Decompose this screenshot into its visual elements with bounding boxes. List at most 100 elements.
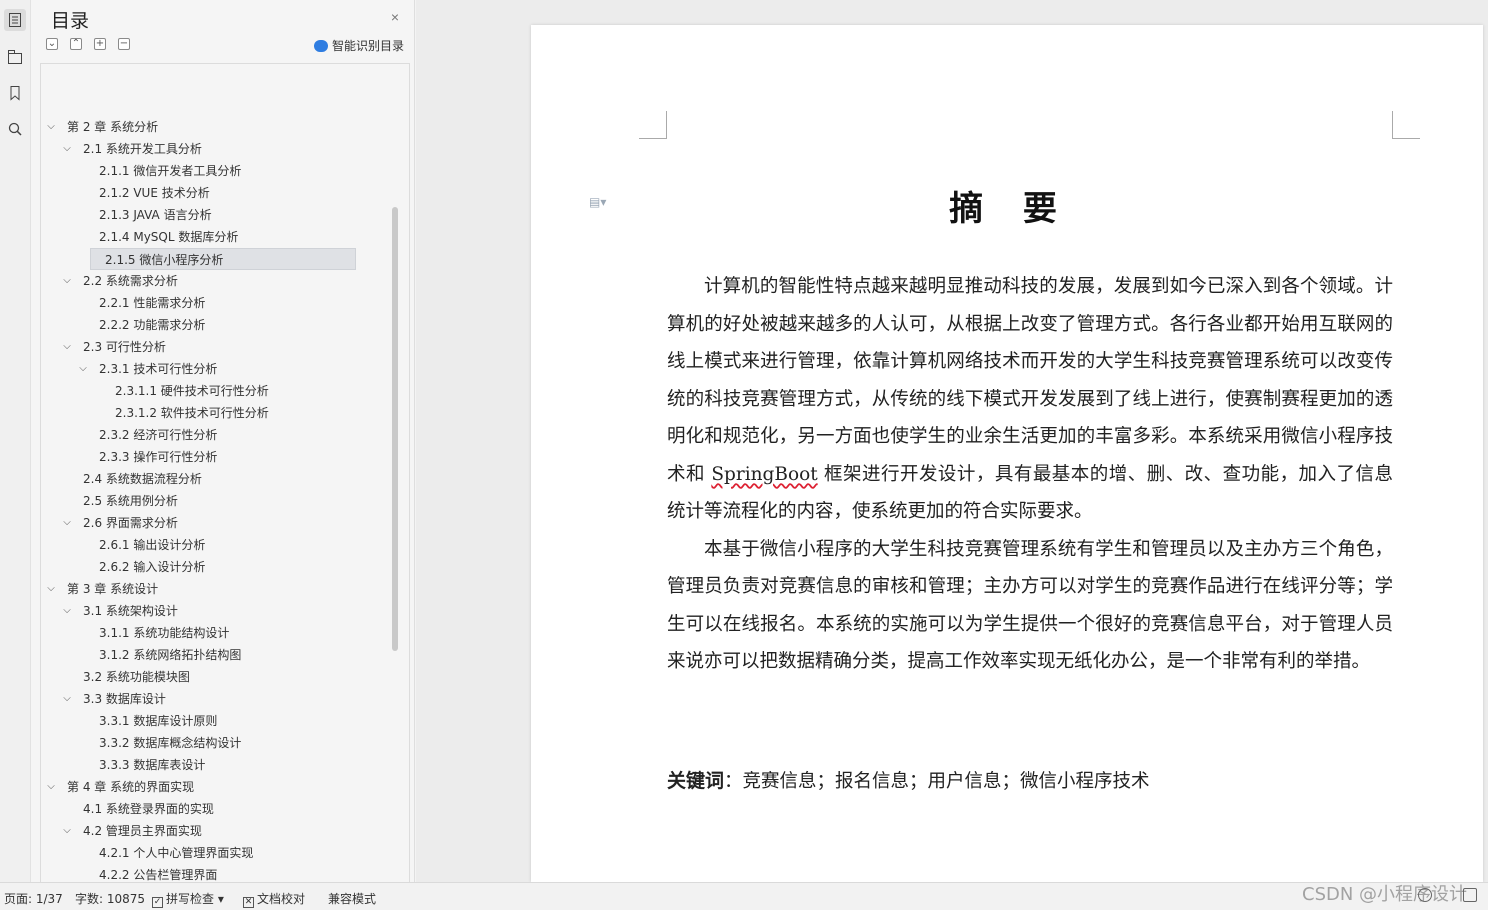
compat-mode: 兼容模式 — [328, 892, 377, 906]
toc-item[interactable]: 2.6.1 输出设计分析 — [41, 534, 391, 556]
eye-protect-icon[interactable] — [1418, 888, 1432, 902]
abstract-body[interactable]: 计算机的智能性特点越来越明显推动科技的发展，发展到如今已深入到各个领域。计算机的… — [667, 268, 1393, 681]
toc-item[interactable]: 2.6.2 输入设计分析 — [41, 556, 391, 578]
toc-scrollbar[interactable] — [392, 207, 398, 651]
toc-item[interactable]: 2.1.5 微信小程序分析 — [90, 248, 356, 270]
toc-item-label: 第 3 章 系统设计 — [67, 582, 159, 596]
chevron-down-icon[interactable]: ⌵ — [61, 820, 73, 842]
toc-item-label: 3.3 数据库设计 — [83, 692, 166, 706]
toc-item[interactable]: ⌵ 2.3.1 技术可行性分析 — [41, 358, 391, 380]
proofread-button[interactable]: ✕ 文档校对 — [243, 890, 305, 908]
toc-item[interactable]: 4.2.2 公告栏管理界面 — [41, 864, 391, 882]
toc-item-label: 2.3.2 经济可行性分析 — [99, 428, 218, 442]
spellcheck-button[interactable]: ✓ 拼写检查 ▾ — [152, 890, 224, 908]
keywords-line: 关键词：竞赛信息；报名信息；用户信息；微信小程序技术 — [667, 765, 1393, 798]
toc-item-label: 2.1.5 微信小程序分析 — [105, 253, 224, 267]
chevron-down-icon[interactable]: ⌵ — [45, 776, 57, 798]
toc-item-label: 3.3.1 数据库设计原则 — [99, 714, 218, 728]
toc-title: 目录 — [51, 10, 90, 32]
chevron-down-icon[interactable]: ⌵ — [45, 578, 57, 600]
collapse-all-icon[interactable]: ⌄ — [46, 38, 58, 50]
toc-item[interactable]: 2.1.4 MySQL 数据库分析 — [41, 226, 391, 248]
toc-item[interactable]: 4.2.1 个人中心管理界面实现 — [41, 842, 391, 864]
chevron-down-icon[interactable]: ⌵ — [77, 358, 89, 380]
bookmark-icon[interactable] — [4, 82, 26, 104]
word-count[interactable]: 字数: 10875 — [75, 890, 145, 907]
toc-item[interactable]: ⌵ 第 3 章 系统设计 — [41, 578, 391, 600]
toc-panel-icon[interactable] — [4, 9, 26, 31]
chevron-down-icon[interactable]: ⌵ — [61, 336, 73, 358]
document-area: ▤▾ 摘 要 计算机的智能性特点越来越明显推动科技的发展，发展到如今已深入到各个… — [416, 0, 1488, 882]
chevron-down-icon[interactable]: ⌵ — [61, 270, 73, 292]
page-indicator[interactable]: 页面: 1/37 — [4, 890, 63, 907]
navigation-tree-icon[interactable] — [4, 46, 26, 68]
document-page[interactable]: ▤▾ 摘 要 计算机的智能性特点越来越明显推动科技的发展，发展到如今已深入到各个… — [531, 25, 1483, 882]
check-icon: ✓ — [152, 897, 163, 908]
toc-item-label: 3.3.2 数据库概念结构设计 — [99, 736, 242, 750]
chevron-down-icon: ▾ — [217, 892, 224, 906]
toc-tree: ⌵ 第 2 章 系统分析 ⌵ 2.1 系统开发工具分析 2.1.1 微信开发者工具分析 2… — [40, 63, 410, 882]
toc-item[interactable]: 2.3.1.2 软件技术可行性分析 — [41, 402, 391, 424]
status-bar: 页面: 1/37 字数: 10875 ✓ 拼写检查 ▾ ✕ 文档校对 兼容模式 — [0, 882, 1488, 910]
toc-item[interactable]: 2.3.2 经济可行性分析 — [41, 424, 391, 446]
toc-item[interactable]: 2.3.1.1 硬件技术可行性分析 — [41, 380, 391, 402]
chevron-down-icon[interactable]: ⌵ — [45, 116, 57, 138]
toc-item-label: 2.6.2 输入设计分析 — [99, 560, 206, 574]
chevron-down-icon[interactable]: ⌵ — [61, 688, 73, 710]
toc-item[interactable]: 3.1.1 系统功能结构设计 — [41, 622, 391, 644]
toc-item[interactable]: ⌵ 4.2 管理员主界面实现 — [41, 820, 391, 842]
toc-item[interactable]: ⌵ 2.1 系统开发工具分析 — [41, 138, 391, 160]
toc-item-label: 3.1.2 系统网络拓扑结构图 — [99, 648, 242, 662]
toc-item[interactable]: 2.1.3 JAVA 语言分析 — [41, 204, 391, 226]
toc-item[interactable]: 2.5 系统用例分析 — [41, 490, 391, 512]
toc-item[interactable]: 3.3.3 数据库表设计 — [41, 754, 391, 776]
search-icon[interactable] — [4, 118, 26, 140]
toc-item[interactable]: 2.3.3 操作可行性分析 — [41, 446, 391, 468]
toc-item-label: 2.1 系统开发工具分析 — [83, 142, 202, 156]
toc-item-label: 3.2 系统功能模块图 — [83, 670, 190, 684]
toc-item-label: 4.2 管理员主界面实现 — [83, 824, 202, 838]
toc-item[interactable]: ⌵ 2.3 可行性分析 — [41, 336, 391, 358]
toc-item[interactable]: ⌵ 3.1 系统架构设计 — [41, 600, 391, 622]
toc-item[interactable]: ⌵ 2.6 界面需求分析 — [41, 512, 391, 534]
toc-item-label: 2.3.1.2 软件技术可行性分析 — [115, 406, 269, 420]
close-icon[interactable]: × — [387, 9, 403, 25]
toc-item[interactable]: 2.4 系统数据流程分析 — [41, 468, 391, 490]
toc-item-label: 2.3.3 操作可行性分析 — [99, 450, 218, 464]
toc-item[interactable]: 2.1.2 VUE 技术分析 — [41, 182, 391, 204]
toc-item-label: 2.3.1.1 硬件技术可行性分析 — [115, 384, 269, 398]
toc-item-label: 2.5 系统用例分析 — [83, 494, 178, 508]
toc-item[interactable]: 3.1.2 系统网络拓扑结构图 — [41, 644, 391, 666]
margin-corner-top-right — [1392, 111, 1420, 139]
toc-item[interactable]: 4.1 系统登录界面的实现 — [41, 798, 391, 820]
remove-heading-icon[interactable]: − — [118, 38, 130, 50]
toc-item-label: 4.2.2 公告栏管理界面 — [99, 868, 218, 882]
toc-item[interactable]: ⌵ 第 2 章 系统分析 — [41, 116, 391, 138]
abstract-paragraph-1: 计算机的智能性特点越来越明显推动科技的发展，发展到如今已深入到各个领域。计算机的… — [667, 276, 1393, 522]
chevron-down-icon[interactable]: ⌵ — [61, 512, 73, 534]
toc-item[interactable]: 2.2.2 功能需求分析 — [41, 314, 391, 336]
expand-up-icon[interactable]: ⌃ — [70, 38, 82, 50]
toc-item[interactable]: 3.3.2 数据库概念结构设计 — [41, 732, 391, 754]
keywords-value: ：竞赛信息；报名信息；用户信息；微信小程序技术 — [724, 771, 1150, 792]
toc-item[interactable]: 3.3.1 数据库设计原则 — [41, 710, 391, 732]
left-icon-rail — [0, 0, 31, 882]
toc-item-label: 3.3.3 数据库表设计 — [99, 758, 206, 772]
toc-item[interactable]: 2.2.1 性能需求分析 — [41, 292, 391, 314]
add-heading-icon[interactable]: + — [94, 38, 106, 50]
toc-item-label: 2.1.3 JAVA 语言分析 — [99, 208, 212, 222]
page-view-icon[interactable] — [1463, 888, 1477, 902]
toc-item-label: 第 2 章 系统分析 — [67, 120, 159, 134]
chevron-down-icon[interactable]: ⌵ — [61, 600, 73, 622]
toc-item[interactable]: 2.1.1 微信开发者工具分析 — [41, 160, 391, 182]
toc-item-label: 2.6.1 输出设计分析 — [99, 538, 206, 552]
toc-panel: 目录 × ⌄ ⌃ + − 智能识别目录 ⌵ 第 2 章 系统分析 ⌵ 2.1 系统开发… — [31, 0, 415, 882]
toc-item-label: 2.1.4 MySQL 数据库分析 — [99, 230, 239, 244]
toc-item[interactable]: ⌵ 2.2 系统需求分析 — [41, 270, 391, 292]
smart-toc-button[interactable]: 智能识别目录 — [314, 37, 404, 54]
toc-item[interactable]: ⌵ 3.3 数据库设计 — [41, 688, 391, 710]
chevron-down-icon[interactable]: ⌵ — [61, 138, 73, 160]
toc-item[interactable]: ⌵ 第 4 章 系统的界面实现 — [41, 776, 391, 798]
toc-item[interactable]: 3.2 系统功能模块图 — [41, 666, 391, 688]
abstract-paragraph-2: 本基于微信小程序的大学生科技竞赛管理系统有学生和管理员以及主办方三个角色，管理员… — [667, 538, 1393, 673]
